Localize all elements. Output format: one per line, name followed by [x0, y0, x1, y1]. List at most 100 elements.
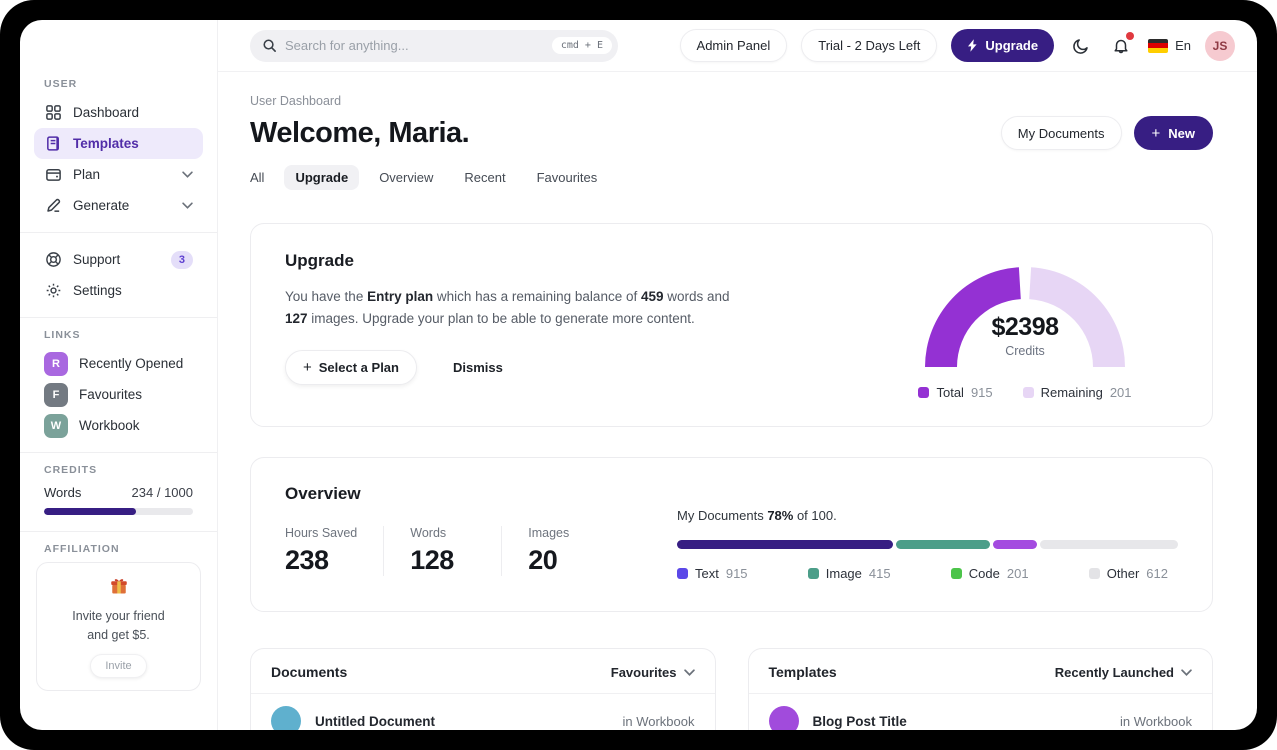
my-documents-button[interactable]: My Documents: [1000, 116, 1122, 150]
search-shortcut-chip: cmd + E: [551, 37, 612, 54]
documents-card: Documents Favourites Untitled Document i…: [250, 648, 716, 730]
credits-gauge: $2398 Credits Total 915 Remaining 201: [900, 255, 1150, 400]
stacked-progress-bar: [677, 540, 1178, 549]
link-avatar: W: [44, 413, 68, 438]
sidebar-item-templates[interactable]: Templates: [34, 128, 203, 159]
sidebar-item-plan[interactable]: Plan: [34, 159, 203, 190]
stacked-bar-segment: [677, 540, 894, 549]
sidebar-item-label: Dashboard: [73, 105, 140, 120]
notifications-button[interactable]: [1108, 31, 1135, 59]
user-avatar[interactable]: JS: [1205, 30, 1235, 61]
sidebar-item-generate[interactable]: Generate: [34, 190, 203, 221]
overview-card-title: Overview: [285, 484, 361, 503]
plus-icon: +: [1151, 124, 1161, 142]
link-avatar: F: [44, 382, 68, 407]
sidebar-item-label: Settings: [73, 283, 122, 298]
support-count-badge: 3: [170, 250, 193, 269]
chevron-down-icon: [182, 171, 193, 178]
gear-icon: [44, 282, 62, 300]
gauge-center-label: Credits: [1005, 344, 1045, 358]
tab-overview[interactable]: Overview: [368, 165, 444, 190]
sidebar-link-workbook[interactable]: W Workbook: [34, 410, 203, 441]
sidebar-divider: [20, 317, 217, 318]
screen: USER Dashboard Templates Plan Generate S…: [0, 0, 1277, 750]
sidebar-item-dashboard[interactable]: Dashboard: [34, 97, 203, 128]
search-input[interactable]: Search for anything... cmd + E: [250, 29, 618, 62]
sidebar-divider: [20, 531, 217, 532]
upgrade-card-title: Upgrade: [285, 251, 354, 270]
sidebar-link-favourites[interactable]: F Favourites: [34, 379, 203, 410]
sidebar-link-recently-opened[interactable]: R Recently Opened: [34, 348, 203, 379]
sidebar: USER Dashboard Templates Plan Generate S…: [20, 20, 218, 730]
wallet-icon: [44, 166, 62, 184]
sidebar-item-label: Favourites: [79, 387, 143, 402]
sidebar-item-label: Plan: [73, 167, 101, 182]
stat-images: Images 20: [528, 526, 570, 575]
sidebar-section-affiliation: AFFILIATION: [44, 543, 120, 555]
template-location: in Workbook: [1119, 713, 1192, 729]
stacked-bar-segment: [1040, 540, 1178, 549]
tab-favourites[interactable]: Favourites: [526, 165, 609, 190]
topbar: Search for anything... cmd + E Admin Pan…: [218, 20, 1257, 72]
upgrade-card: Upgrade You have the Entry plan which ha…: [250, 223, 1213, 427]
app-window: USER Dashboard Templates Plan Generate S…: [20, 20, 1257, 730]
content: User Dashboard Welcome, Maria. My Docume…: [218, 72, 1257, 730]
credits-progress-fill: [44, 508, 137, 515]
sidebar-section-credits: CREDITS: [44, 464, 98, 476]
breadcrumb: User Dashboard: [250, 94, 342, 108]
legend-item-image: Image 415: [807, 566, 891, 581]
dark-mode-toggle[interactable]: [1068, 33, 1094, 59]
credits-row: Words 234 / 1000: [34, 483, 203, 508]
sidebar-section-links: LINKS: [44, 329, 81, 341]
overview-legend-swatch: [950, 568, 962, 579]
language-selector[interactable]: En: [1148, 38, 1191, 53]
template-avatar: [768, 706, 799, 730]
invite-button[interactable]: Invite: [90, 653, 147, 678]
language-label: En: [1175, 38, 1191, 53]
legend-item-remaining: Remaining 201: [1022, 385, 1132, 400]
topbar-upgrade-button[interactable]: Upgrade: [951, 29, 1055, 62]
sidebar-item-support[interactable]: Support 3: [34, 244, 203, 275]
flag-germany-icon: [1148, 38, 1169, 53]
tab-all[interactable]: All: [239, 165, 275, 190]
search-placeholder: Search for anything...: [285, 38, 409, 53]
tab-upgrade[interactable]: Upgrade: [284, 165, 360, 190]
documents-progress-text: My Documents 78% of 100.: [677, 508, 837, 523]
overview-legend: Text 915 Image 415 Code 201 Other 612: [677, 566, 1178, 581]
legend-item-text: Text 915: [677, 566, 748, 581]
overview-card: Overview Hours Saved 238 Words 128 Image…: [250, 457, 1213, 612]
admin-panel-button[interactable]: Admin Panel: [679, 29, 788, 62]
template-name: Blog Post Title: [812, 713, 907, 729]
gift-icon: [109, 576, 129, 596]
affiliation-card: Invite your friend and get $5. Invite: [36, 562, 201, 691]
link-avatar: R: [44, 351, 68, 376]
overview-legend-swatch: [677, 568, 688, 579]
dismiss-button[interactable]: Dismiss: [453, 360, 503, 375]
sidebar-item-settings[interactable]: Settings: [34, 275, 203, 306]
legend-item-code: Code 201: [950, 566, 1029, 581]
trial-status-button[interactable]: Trial - 2 Days Left: [801, 29, 938, 62]
sidebar-item-label: Generate: [73, 198, 130, 213]
lifebuoy-icon: [44, 251, 62, 269]
overview-legend-swatch: [807, 568, 819, 579]
documents-filter-dropdown[interactable]: Favourites: [611, 665, 695, 680]
documents-progress: My Documents 78% of 100. Text 915 Image …: [677, 508, 1178, 581]
documents-card-title: Documents: [271, 664, 348, 680]
chevron-down-icon: [683, 668, 695, 676]
pencil-icon: [44, 197, 62, 215]
templates-card: Templates Recently Launched Blog Post Ti…: [747, 648, 1213, 730]
new-button[interactable]: + New: [1133, 116, 1213, 150]
main-area: Search for anything... cmd + E Admin Pan…: [218, 20, 1257, 730]
credits-value: 234 / 1000: [131, 485, 193, 500]
select-plan-button[interactable]: + Select a Plan: [285, 349, 417, 385]
template-list-item[interactable]: Blog Post Title in Workbook: [749, 694, 1213, 730]
credits-progress-bar: [44, 508, 193, 515]
gauge-center-value: $2398: [991, 313, 1059, 341]
templates-filter-dropdown[interactable]: Recently Launched: [1055, 665, 1192, 680]
document-list-item[interactable]: Untitled Document in Workbook: [251, 694, 715, 730]
upgrade-card-paragraph: You have the Entry plan which has a rema…: [285, 289, 730, 326]
sidebar-item-label: Support: [73, 252, 121, 267]
tab-recent[interactable]: Recent: [453, 165, 516, 190]
plus-icon: +: [303, 358, 312, 376]
affiliation-text: Invite your friend and get $5.: [72, 609, 165, 642]
